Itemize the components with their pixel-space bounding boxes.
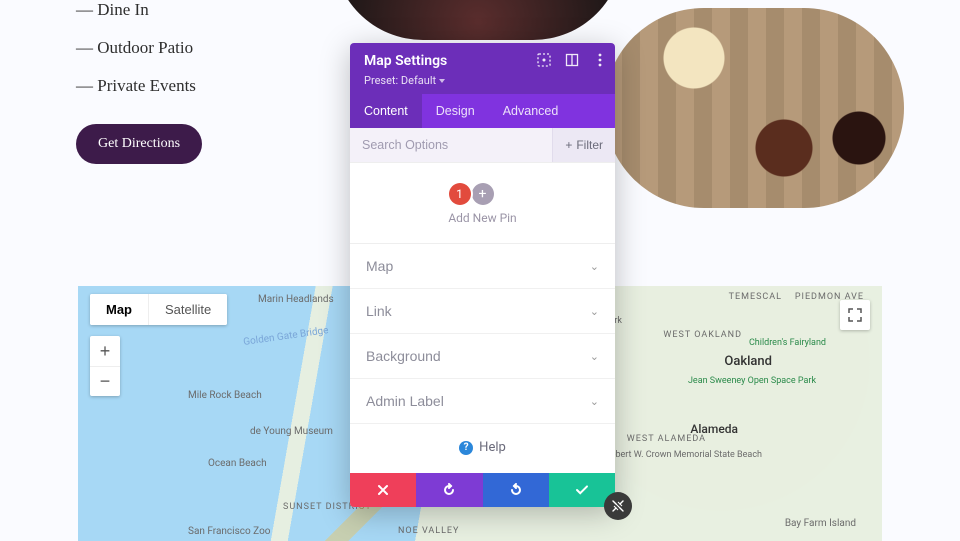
search-options-input[interactable] <box>350 128 552 162</box>
more-menu-icon[interactable] <box>593 53 607 67</box>
check-icon <box>575 483 589 497</box>
tab-content[interactable]: Content <box>350 94 422 128</box>
filter-label: Filter <box>576 138 603 152</box>
add-pin-area: 1 + Add New Pin <box>350 163 615 243</box>
redo-icon <box>509 483 523 497</box>
zoom-controls: + − <box>90 336 120 396</box>
feature-list: — Dine In — Outdoor Patio — Private Even… <box>76 0 196 114</box>
section-link[interactable]: Link ⌄ <box>350 289 615 334</box>
redo-button[interactable] <box>483 473 549 507</box>
list-item: — Outdoor Patio <box>76 38 196 58</box>
map-type-satellite-button[interactable]: Satellite <box>148 294 227 325</box>
chevron-down-icon: ⌄ <box>590 305 599 318</box>
list-item: — Private Events <box>76 76 196 96</box>
accordion: Map ⌄ Link ⌄ Background ⌄ Admin Label ⌄ <box>350 243 615 424</box>
help-label: Help <box>479 440 506 455</box>
plus-circle-icon: + <box>472 183 494 205</box>
help-button[interactable]: ? Help <box>350 424 615 473</box>
search-row: + Filter <box>350 128 615 163</box>
plus-icon: + <box>565 138 572 152</box>
section-map[interactable]: Map ⌄ <box>350 244 615 289</box>
zoom-out-button[interactable]: − <box>90 366 120 396</box>
get-directions-button[interactable]: Get Directions <box>76 124 202 164</box>
panel-header[interactable]: Map Settings Preset: Default <box>350 43 615 94</box>
step-badge: 1 <box>449 183 471 205</box>
fullscreen-button[interactable] <box>840 300 870 330</box>
section-label: Background <box>366 348 441 364</box>
close-icon <box>377 484 389 496</box>
panel-resize-handle[interactable] <box>604 492 632 520</box>
chevron-down-icon: ⌄ <box>590 395 599 408</box>
section-label: Map <box>366 258 393 274</box>
panel-tabs: Content Design Advanced <box>350 94 615 128</box>
tab-advanced[interactable]: Advanced <box>489 94 573 128</box>
section-label: Link <box>366 303 392 319</box>
section-label: Admin Label <box>366 393 444 409</box>
cancel-button[interactable] <box>350 473 416 507</box>
tab-design[interactable]: Design <box>422 94 489 128</box>
zoom-in-button[interactable]: + <box>90 336 120 366</box>
chevron-down-icon: ⌄ <box>590 260 599 273</box>
chevron-down-icon: ⌄ <box>590 350 599 363</box>
hero-table-image <box>604 8 904 208</box>
help-icon: ? <box>459 441 473 455</box>
map-type-map-button[interactable]: Map <box>90 294 148 325</box>
filter-button[interactable]: + Filter <box>552 128 615 162</box>
undo-button[interactable] <box>416 473 482 507</box>
map-settings-panel: Map Settings Preset: Default Content Des… <box>350 43 615 507</box>
panel-footer <box>350 473 615 507</box>
preset-dropdown[interactable]: Preset: Default <box>364 74 445 87</box>
responsive-icon[interactable] <box>537 53 551 67</box>
section-admin-label[interactable]: Admin Label ⌄ <box>350 379 615 424</box>
section-background[interactable]: Background ⌄ <box>350 334 615 379</box>
undo-icon <box>442 483 456 497</box>
columns-icon[interactable] <box>565 53 579 67</box>
add-pin-label: Add New Pin <box>448 211 516 225</box>
list-item: — Dine In <box>76 0 196 20</box>
map-type-toggle: Map Satellite <box>90 294 227 325</box>
hero-food-image <box>333 0 623 40</box>
